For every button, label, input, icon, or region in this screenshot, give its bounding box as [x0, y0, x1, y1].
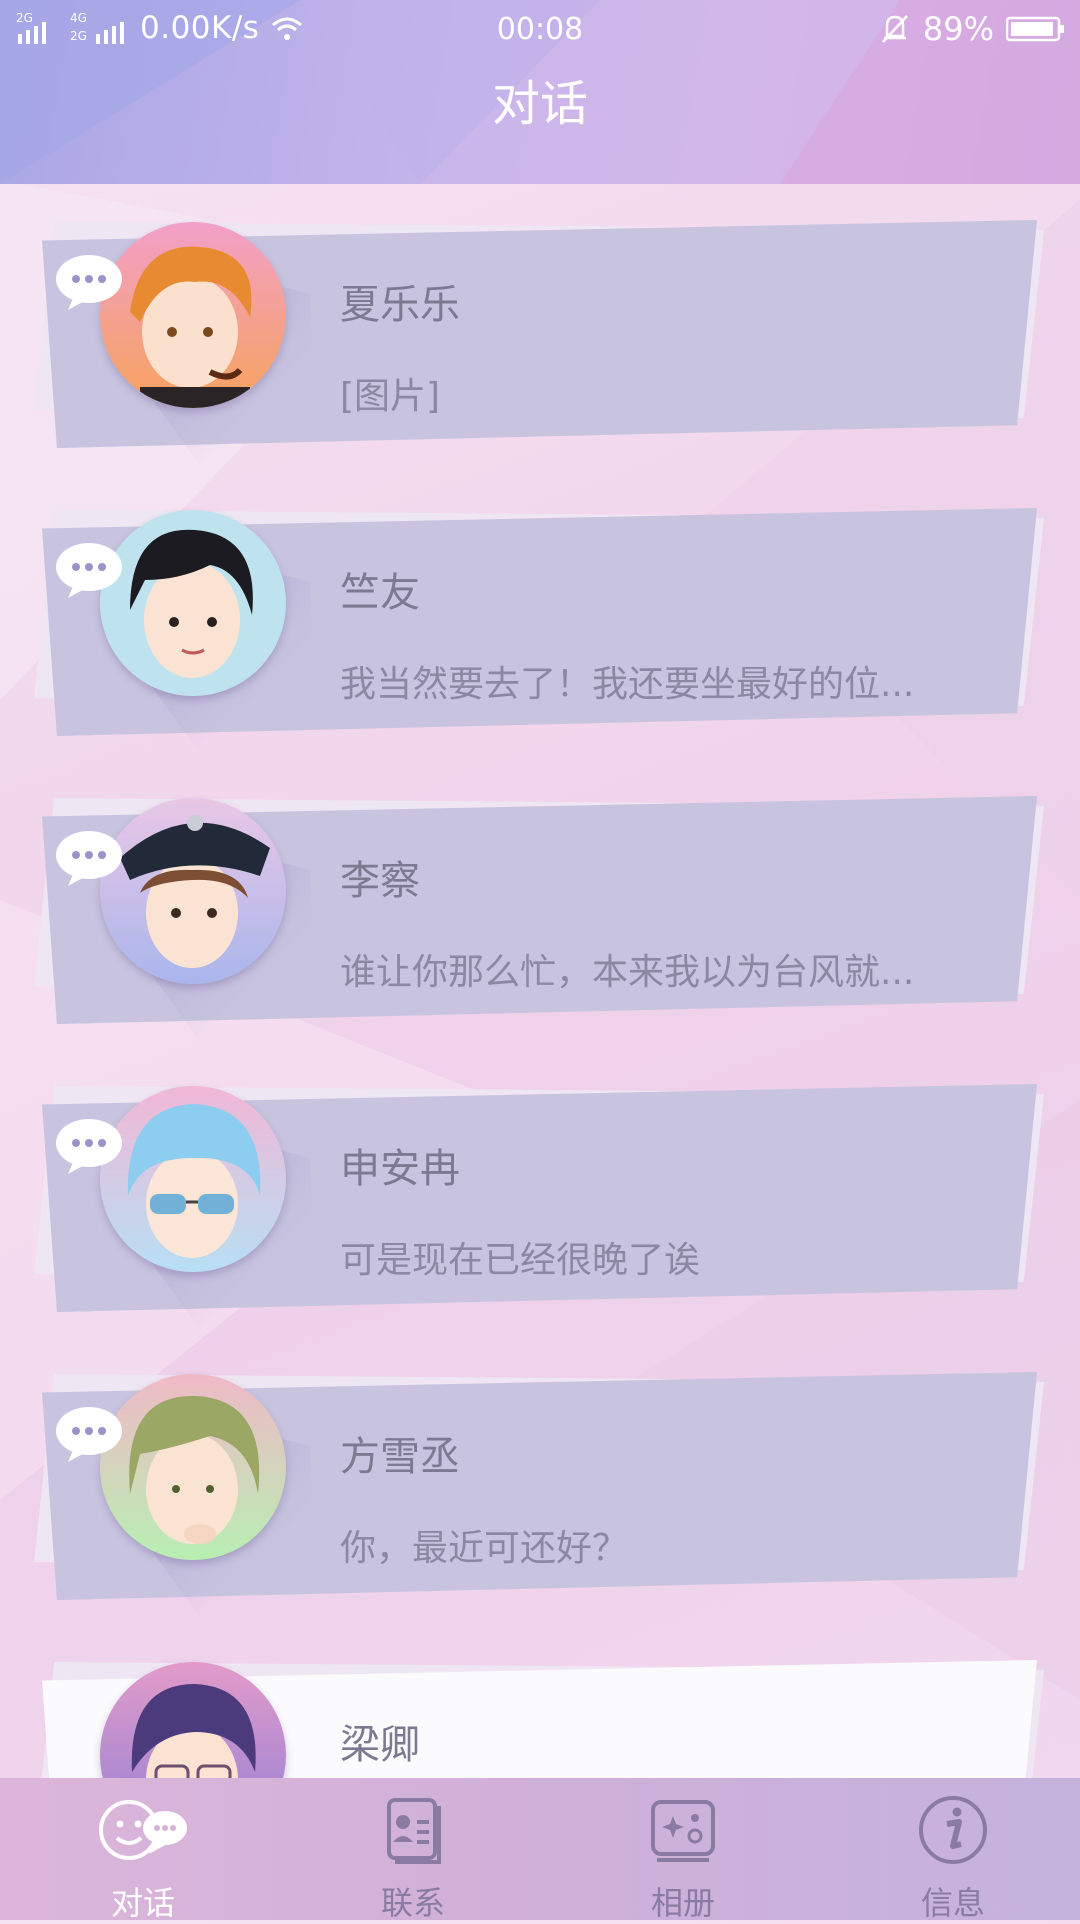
avatar[interactable] — [100, 1086, 286, 1272]
chat-bubble-icon — [56, 1407, 122, 1462]
battery-icon — [1006, 16, 1064, 42]
conversation-item[interactable]: 梁卿 — [0, 1642, 1080, 1778]
avatar[interactable] — [100, 510, 286, 696]
contact-name: 申安冉 — [340, 1146, 460, 1192]
contact-name: 梁卿 — [340, 1722, 420, 1768]
chat-bubble-icon — [56, 1119, 122, 1174]
contact-name: 竺友 — [340, 570, 420, 616]
bottom-nav: 对话 联系 相册 信息 — [0, 1778, 1080, 1922]
avatar[interactable] — [100, 1374, 286, 1560]
last-message: 我当然要去了！我还要坐最好的位... — [340, 664, 915, 705]
conversation-item[interactable]: 李察 谁让你那么忙，本来我以为台风就... — [0, 778, 1080, 1062]
avatar[interactable] — [100, 222, 286, 408]
album-icon — [651, 1800, 715, 1862]
contact-name: 李察 — [340, 858, 420, 904]
conversation-item[interactable]: 申安冉 可是现在已经很晚了诶 — [0, 1066, 1080, 1350]
nav-item-info[interactable]: 信息 — [818, 1778, 1080, 1922]
nav-label: 信息 — [920, 1884, 985, 1922]
last-message: 可是现在已经很晚了诶 — [340, 1240, 701, 1281]
conversation-item[interactable]: 方雪丞 你，最近可还好？ — [0, 1354, 1080, 1638]
contacts-icon — [387, 1798, 441, 1864]
last-message: [图片] — [340, 376, 441, 417]
bell-muted-icon — [881, 15, 908, 43]
nav-label: 对话 — [110, 1884, 175, 1922]
nav-item-contacts[interactable]: 联系 — [278, 1778, 548, 1922]
chat-bubble-icon — [56, 831, 122, 886]
nav-item-chat[interactable]: 对话 — [8, 1778, 278, 1922]
status-bar: 2G 4G 2G 0.00K/s 00:08 89% — [0, 8, 1080, 54]
nav-label: 相册 — [650, 1884, 715, 1922]
chat-bubble-icon — [56, 543, 122, 598]
chat-icon — [99, 1800, 187, 1860]
info-icon — [919, 1796, 987, 1864]
contact-name: 方雪丞 — [340, 1434, 460, 1480]
nav-label: 联系 — [380, 1884, 445, 1922]
last-message: 谁让你那么忙，本来我以为台风就... — [340, 952, 915, 993]
chat-bubble-icon — [56, 255, 122, 310]
app-header: 2G 4G 2G 0.00K/s 00:08 89% 对话 — [0, 0, 1080, 184]
conversation-list[interactable]: 夏乐乐 [图片] 竺友 我当然要去了！我还要坐最好的位... 李察 谁让你那么忙… — [0, 184, 1080, 1778]
nav-item-album[interactable]: 相册 — [548, 1778, 818, 1922]
conversation-item[interactable]: 竺友 我当然要去了！我还要坐最好的位... — [0, 490, 1080, 774]
page-title: 对话 — [491, 76, 588, 132]
avatar[interactable] — [100, 798, 286, 984]
conversation-item[interactable]: 夏乐乐 [图片] — [0, 202, 1080, 486]
contact-name: 夏乐乐 — [340, 282, 460, 328]
last-message: 你，最近可还好？ — [340, 1528, 629, 1569]
battery-percent: 89% — [922, 10, 994, 48]
